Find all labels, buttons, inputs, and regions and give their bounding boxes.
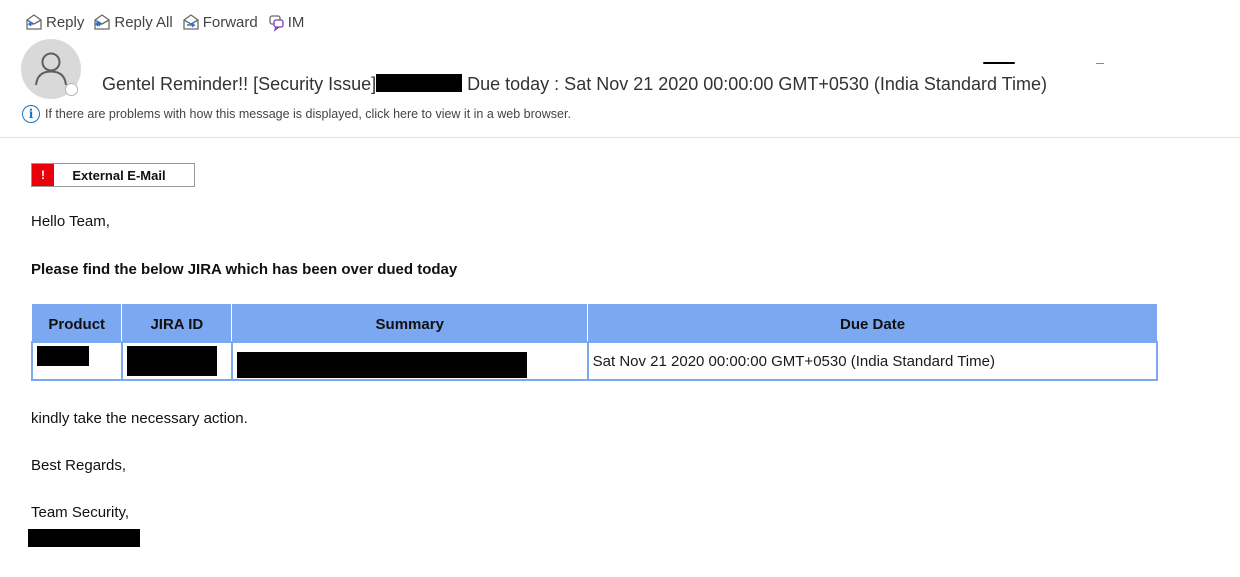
subject-prefix: Gentel Reminder!! [Security Issue] xyxy=(102,74,377,94)
jira-table: Product JIRA ID Summary Due Date Sat Nov… xyxy=(31,304,1159,381)
table-header-row: Product JIRA ID Summary Due Date xyxy=(32,304,1157,342)
forward-icon xyxy=(183,14,199,30)
info-bar-text: If there are problems with how this mess… xyxy=(45,107,571,121)
reply-all-button[interactable]: Reply All xyxy=(92,12,173,32)
redacted-summary xyxy=(236,352,527,378)
info-icon: i xyxy=(22,105,40,123)
redacted-jira-id xyxy=(126,346,217,376)
cell-summary xyxy=(230,341,589,381)
reply-label: Reply xyxy=(46,13,85,31)
reply-button[interactable]: Reply xyxy=(24,12,84,32)
im-label: IM xyxy=(287,13,305,31)
cell-product xyxy=(31,341,123,381)
reply-icon xyxy=(26,14,42,30)
external-email-label: External E-Mail xyxy=(72,167,166,183)
subject-suffix: Due today : Sat Nov 21 2020 00:00:00 GMT… xyxy=(462,74,1047,94)
redacted-product xyxy=(37,346,89,366)
column-header-due-date: Due Date xyxy=(587,304,1157,342)
column-header-summary: Summary xyxy=(231,304,589,342)
greeting: Hello Team, xyxy=(31,213,110,230)
im-button[interactable]: IM xyxy=(266,12,305,32)
regards-text: Best Regards, xyxy=(31,457,127,474)
message-toolbar: Reply Reply All Forward IM xyxy=(24,10,304,34)
cell-jira-id xyxy=(120,341,233,381)
redacted-signature-name xyxy=(28,529,140,547)
redacted-header-mark xyxy=(983,62,1015,64)
reply-all-icon xyxy=(94,14,111,30)
column-header-product: Product xyxy=(32,304,123,342)
action-text: kindly take the necessary action. xyxy=(31,410,248,427)
forward-button[interactable]: Forward xyxy=(181,12,258,32)
external-email-badge: ! External E-Mail xyxy=(31,163,195,187)
header-divider xyxy=(0,137,1240,138)
column-header-jira-id: JIRA ID xyxy=(121,304,233,342)
redacted-subject-id xyxy=(376,74,463,93)
info-bar[interactable]: i If there are problems with how this me… xyxy=(22,105,571,123)
forward-label: Forward xyxy=(202,13,258,31)
table-row: Sat Nov 21 2020 00:00:00 GMT+0530 (India… xyxy=(31,341,1159,381)
intro-text: Please find the below JIRA which has bee… xyxy=(31,261,458,278)
signature-text: Team Security, xyxy=(31,504,130,521)
im-icon xyxy=(269,15,284,32)
presence-indicator xyxy=(65,83,78,96)
cell-due-date: Sat Nov 21 2020 00:00:00 GMT+0530 (India… xyxy=(586,341,1159,381)
warning-icon: ! xyxy=(32,164,54,186)
header-dot xyxy=(1096,63,1104,64)
reply-all-label: Reply All xyxy=(114,13,173,31)
message-subject: Gentel Reminder!! [Security Issue] Due t… xyxy=(102,74,1047,95)
